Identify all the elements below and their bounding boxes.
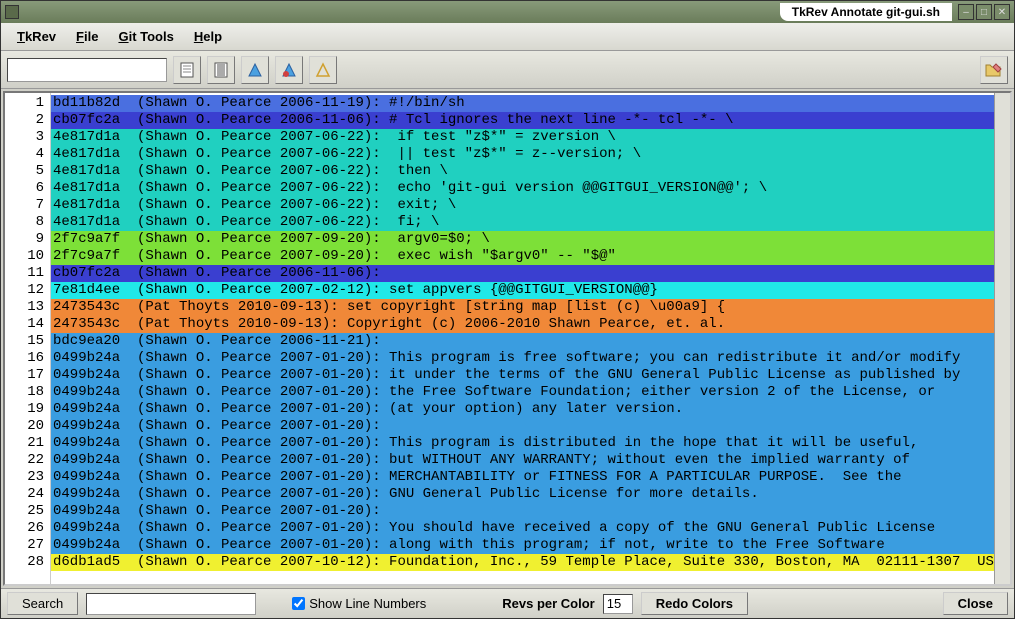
line-number: 19 (5, 401, 50, 418)
line-number: 23 (5, 469, 50, 486)
line-number: 18 (5, 384, 50, 401)
page-icon[interactable] (173, 56, 201, 84)
line-number: 14 (5, 316, 50, 333)
annotate-line[interactable]: 4e817d1a (Shawn O. Pearce 2007-06-22): t… (51, 163, 994, 180)
line-number: 6 (5, 180, 50, 197)
menu-tkrev[interactable]: TkRev (9, 26, 64, 47)
line-number: 28 (5, 554, 50, 571)
annotate-line[interactable]: 4e817d1a (Shawn O. Pearce 2007-06-22): f… (51, 214, 994, 231)
line-number: 16 (5, 350, 50, 367)
revs-per-color-label: Revs per Color (502, 596, 594, 611)
close-window-button[interactable]: ✕ (994, 4, 1010, 20)
line-number: 8 (5, 214, 50, 231)
annotate-line[interactable]: 0499b24a (Shawn O. Pearce 2007-01-20): i… (51, 367, 994, 384)
line-number: 10 (5, 248, 50, 265)
line-number: 25 (5, 503, 50, 520)
line-number: 22 (5, 452, 50, 469)
menu-file[interactable]: File (68, 26, 106, 47)
code-area[interactable]: bd11b82d (Shawn O. Pearce 2006-11-19): #… (51, 93, 994, 584)
page-lines-icon[interactable] (207, 56, 235, 84)
show-line-numbers-checkbox[interactable]: Show Line Numbers (292, 596, 426, 611)
line-number: 21 (5, 435, 50, 452)
bottombar: Search Show Line Numbers Revs per Color … (1, 588, 1014, 618)
line-number: 2 (5, 112, 50, 129)
line-number: 7 (5, 197, 50, 214)
line-number: 15 (5, 333, 50, 350)
menu-git-tools[interactable]: Git Tools (110, 26, 181, 47)
line-number: 12 (5, 282, 50, 299)
window-title: TkRev Annotate git-gui.sh (780, 3, 952, 21)
line-number: 26 (5, 520, 50, 537)
annotate-line[interactable]: 0499b24a (Shawn O. Pearce 2007-01-20): t… (51, 384, 994, 401)
annotate-line[interactable]: 0499b24a (Shawn O. Pearce 2007-01-20): M… (51, 469, 994, 486)
annotate-line[interactable]: 0499b24a (Shawn O. Pearce 2007-01-20): T… (51, 350, 994, 367)
annotate-line[interactable]: 4e817d1a (Shawn O. Pearce 2007-06-22): |… (51, 146, 994, 163)
annotate-line[interactable]: 7e81d4ee (Shawn O. Pearce 2007-02-12): s… (51, 282, 994, 299)
annotate-line[interactable]: 2473543c (Pat Thoyts 2010-09-13): Copyri… (51, 316, 994, 333)
menubar: TkRev File Git Tools Help (1, 23, 1014, 51)
annotate-line[interactable]: 4e817d1a (Shawn O. Pearce 2007-06-22): i… (51, 129, 994, 146)
line-number: 1 (5, 95, 50, 112)
line-number: 9 (5, 231, 50, 248)
search-input[interactable] (86, 593, 256, 615)
line-number: 17 (5, 367, 50, 384)
show-line-numbers-label: Show Line Numbers (309, 596, 426, 611)
annotate-line[interactable]: 2f7c9a7f (Shawn O. Pearce 2007-09-20): a… (51, 231, 994, 248)
maximize-button[interactable]: □ (976, 4, 992, 20)
search-button[interactable]: Search (7, 592, 78, 615)
annotate-line[interactable]: bdc9ea20 (Shawn O. Pearce 2006-11-21): (51, 333, 994, 350)
triangle-outline-icon[interactable] (309, 56, 337, 84)
annotate-line[interactable]: 4e817d1a (Shawn O. Pearce 2007-06-22): e… (51, 197, 994, 214)
triangle-icon[interactable] (241, 56, 269, 84)
annotate-line[interactable]: 0499b24a (Shawn O. Pearce 2007-01-20): (… (51, 401, 994, 418)
redo-colors-button[interactable]: Redo Colors (641, 592, 748, 615)
annotate-line[interactable]: 0499b24a (Shawn O. Pearce 2007-01-20): (51, 418, 994, 435)
annotate-line[interactable]: cb07fc2a (Shawn O. Pearce 2006-11-06): (51, 265, 994, 282)
triangle-dot-icon[interactable] (275, 56, 303, 84)
annotate-line[interactable]: 2f7c9a7f (Shawn O. Pearce 2007-09-20): e… (51, 248, 994, 265)
annotate-line[interactable]: 0499b24a (Shawn O. Pearce 2007-01-20): G… (51, 486, 994, 503)
line-number: 24 (5, 486, 50, 503)
close-button[interactable]: Close (943, 592, 1008, 615)
annotate-line[interactable]: 0499b24a (Shawn O. Pearce 2007-01-20): Y… (51, 520, 994, 537)
minimize-button[interactable]: – (958, 4, 974, 20)
line-number: 5 (5, 163, 50, 180)
line-number: 20 (5, 418, 50, 435)
annotate-line[interactable]: 0499b24a (Shawn O. Pearce 2007-01-20): b… (51, 452, 994, 469)
line-number-gutter: 1234567891011121314151617181920212223242… (5, 93, 51, 584)
annotate-line[interactable]: 0499b24a (Shawn O. Pearce 2007-01-20): T… (51, 435, 994, 452)
titlebar: TkRev Annotate git-gui.sh – □ ✕ (1, 1, 1014, 23)
revs-per-color-input[interactable] (603, 594, 633, 614)
annotate-view: 1234567891011121314151617181920212223242… (3, 91, 1012, 586)
toolbar (1, 51, 1014, 89)
menu-help[interactable]: Help (186, 26, 230, 47)
annotate-line[interactable]: 4e817d1a (Shawn O. Pearce 2007-06-22): e… (51, 180, 994, 197)
annotate-line[interactable]: d6db1ad5 (Shawn O. Pearce 2007-10-12): F… (51, 554, 994, 571)
annotate-line[interactable]: 2473543c (Pat Thoyts 2010-09-13): set co… (51, 299, 994, 316)
vertical-scrollbar[interactable] (994, 93, 1010, 584)
show-line-numbers-input[interactable] (292, 597, 305, 610)
toolbar-search-input[interactable] (7, 58, 167, 82)
app-icon (5, 5, 19, 19)
line-number: 13 (5, 299, 50, 316)
annotate-line[interactable]: bd11b82d (Shawn O. Pearce 2006-11-19): #… (51, 95, 994, 112)
app-window: TkRev Annotate git-gui.sh – □ ✕ TkRev Fi… (0, 0, 1015, 619)
folder-edit-icon[interactable] (980, 56, 1008, 84)
line-number: 3 (5, 129, 50, 146)
annotate-line[interactable]: cb07fc2a (Shawn O. Pearce 2006-11-06): #… (51, 112, 994, 129)
line-number: 11 (5, 265, 50, 282)
line-number: 4 (5, 146, 50, 163)
annotate-line[interactable]: 0499b24a (Shawn O. Pearce 2007-01-20): (51, 503, 994, 520)
line-number: 27 (5, 537, 50, 554)
annotate-line[interactable]: 0499b24a (Shawn O. Pearce 2007-01-20): a… (51, 537, 994, 554)
